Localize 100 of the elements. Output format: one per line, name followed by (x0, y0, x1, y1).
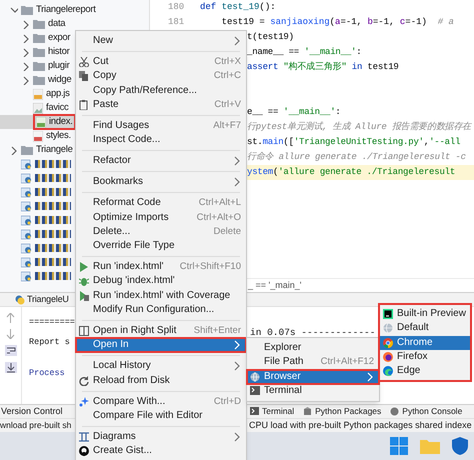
soft-wrap-icon[interactable] (4, 345, 16, 356)
tool-window-button[interactable]: Terminal (250, 405, 294, 418)
menu-item[interactable]: Find Usages Alt+F7 (76, 118, 246, 134)
code-line: 行命令 allure generate ./Triangeleresult -c (247, 150, 466, 164)
tree-item-label[interactable]: index. (49, 114, 73, 130)
terminal-icon (250, 386, 260, 396)
menu-item[interactable]: Browser (247, 370, 379, 384)
tree-item-label[interactable]: Triangelereport (36, 2, 96, 18)
menu-item[interactable]: Modify Run Configuration... (76, 302, 246, 318)
tree-item-label[interactable]: widge (48, 72, 72, 88)
js-file-icon (33, 88, 43, 100)
folder-icon (33, 33, 45, 43)
menu-item[interactable]: Edge (380, 364, 470, 378)
menu-item[interactable]: Paste Ctrl+V (76, 98, 246, 112)
github-icon (79, 446, 89, 456)
menu-item[interactable]: Create Gist... (76, 444, 246, 458)
chevron-icon[interactable] (10, 146, 18, 154)
menu-item[interactable]: Run 'index.html' Ctrl+Shift+F10 (76, 260, 246, 274)
tree-item-label[interactable]: histor (48, 44, 70, 60)
python-icon (15, 294, 25, 304)
python-file-icon (21, 186, 32, 198)
reload-icon (79, 376, 89, 386)
menu-item[interactable]: Inspect Code... (76, 133, 246, 148)
menu-item[interactable]: New (76, 34, 246, 48)
run-tab[interactable]: TriangeleU (0, 292, 69, 306)
sparkle-icon (79, 396, 89, 407)
menu-item[interactable]: Chrome (380, 336, 470, 350)
tool-window-button[interactable]: Python Console (390, 405, 462, 418)
menu-item[interactable]: Debug 'index.html' (76, 274, 246, 289)
tool-window-button[interactable]: Python Packages (303, 405, 382, 418)
chevron-icon[interactable] (22, 48, 30, 56)
folder-icon (33, 75, 45, 85)
breadcrumb[interactable]: _ == '_main_' (248, 278, 302, 292)
status-message: wnload pre-built sh (0, 419, 72, 432)
globe-icon (383, 323, 393, 334)
firefox-logo-icon (383, 352, 393, 362)
coverage-icon (79, 290, 89, 301)
menu-item[interactable]: Cut Ctrl+X (76, 54, 246, 70)
tree-item-label[interactable]: expor (48, 30, 70, 46)
tree-item-label[interactable]: app.js (46, 86, 70, 102)
tree-item-label[interactable]: plugir (48, 58, 70, 74)
package-icon (303, 407, 312, 416)
tree-item-label[interactable]: styles. (46, 128, 71, 144)
tree-item-label[interactable]: favicc (46, 100, 68, 116)
windows-logo-icon[interactable] (390, 437, 408, 455)
scissors-icon (79, 57, 89, 68)
menu-item[interactable]: Run 'index.html' with Coverage (76, 288, 246, 303)
menu-item[interactable]: Compare With... Ctrl+D (76, 394, 246, 409)
python-file-icon (21, 158, 32, 170)
bug-icon (79, 276, 89, 286)
menu-item[interactable]: Override File Type (76, 239, 246, 254)
console-output-line: Report s (29, 336, 71, 349)
copy-icon (79, 71, 89, 82)
chevron-icon[interactable] (22, 62, 30, 70)
play-icon (79, 262, 89, 272)
menu-item[interactable]: Bookmarks (76, 175, 246, 190)
chevron-icon[interactable] (22, 34, 30, 42)
line-number: 181 (167, 16, 185, 29)
menu-item[interactable]: Delete... Delete (76, 224, 246, 239)
menu-item[interactable]: Copy Ctrl+C (76, 69, 246, 84)
menu-item[interactable]: Reload from Disk (76, 373, 246, 388)
blurred-label-drawing (35, 160, 71, 168)
menu-item[interactable]: Diagrams (76, 430, 246, 444)
tree-item-label[interactable]: Triangele (36, 142, 73, 158)
menu-item[interactable]: Local History (76, 359, 246, 374)
shield-icon[interactable] (452, 437, 468, 455)
tree-item-label[interactable]: data (48, 16, 66, 32)
split-view-icon (79, 326, 89, 336)
menu-item[interactable]: Firefox (380, 350, 470, 364)
chevron-icon[interactable] (10, 6, 18, 14)
python-file-icon (21, 214, 32, 226)
menu-item[interactable]: Open In (76, 338, 246, 352)
menu-item[interactable]: Optimize Imports Ctrl+Alt+O (76, 210, 246, 225)
menu-item[interactable]: Built-in Preview (380, 307, 470, 322)
menu-item[interactable]: Terminal (247, 384, 379, 398)
python-file-icon (21, 172, 32, 184)
status-message: CPU load with pre-built Python packages shared indexe (249, 419, 472, 432)
scroll-to-end-icon[interactable] (4, 362, 16, 373)
code-line: def test_19(): (199, 0, 276, 14)
menu-item[interactable]: Default (380, 321, 470, 336)
blurred-label-drawing (35, 188, 71, 196)
code-line: ystem('allure generate ./Triangeleresult (247, 166, 456, 179)
globe-icon (250, 372, 260, 382)
menu-item[interactable]: Refactor (76, 154, 246, 168)
chevron-icon[interactable] (22, 20, 30, 28)
code-line: _name__ == '__main__': (247, 46, 362, 59)
html-file-icon (36, 116, 46, 128)
menu-item[interactable]: Open in Right Split Shift+Enter (76, 324, 246, 338)
ide-logo-icon (383, 309, 393, 320)
folder-icon (21, 145, 33, 155)
menu-item[interactable]: File Path Ctrl+Alt+F12 (247, 355, 379, 370)
menu-item[interactable]: Compare File with Editor (76, 408, 246, 424)
line-number: 180 (167, 0, 185, 14)
menu-item[interactable]: Explorer (247, 341, 379, 356)
python-file-icon (21, 270, 32, 282)
code-line: t(test19) (247, 30, 294, 44)
chevron-icon[interactable] (22, 76, 30, 84)
menu-item[interactable]: Reformat Code Ctrl+Alt+L (76, 196, 246, 210)
tool-window-button[interactable]: Version Control (0, 405, 63, 418)
menu-item[interactable]: Copy Path/Reference... (76, 84, 246, 98)
